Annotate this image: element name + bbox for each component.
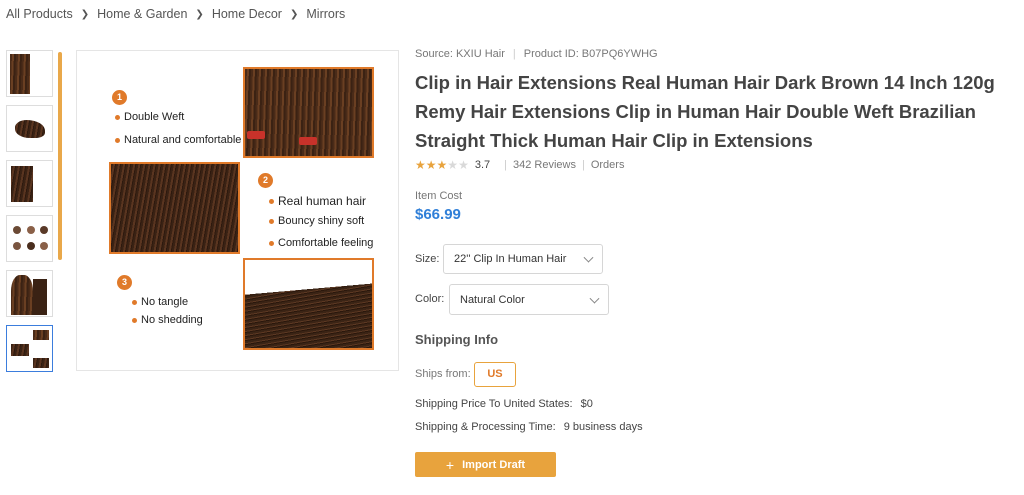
rating-stars: ★ ★ ★ ★ ★ [415,159,469,171]
thumbnail-2[interactable] [6,105,53,152]
breadcrumb: All Products ❯ Home & Garden ❯ Home Deco… [6,7,345,21]
thumbnail-list [6,50,56,380]
breadcrumb-home-decor[interactable]: Home Decor [212,7,282,21]
thumbnail-3[interactable] [6,160,53,207]
size-select[interactable]: 22'' Clip In Human Hair [443,244,603,274]
import-draft-button[interactable]: + Import Draft [415,452,556,477]
star-icon: ★ [447,158,459,172]
thumbnail-4[interactable] [6,215,53,262]
size-label: Size: [415,253,440,265]
feature-double-weft: Double Weft [115,111,184,123]
star-icon: ★ [458,158,469,172]
hair-texture-photo [109,162,240,254]
chevron-down-icon [589,293,600,304]
chevron-right-icon: ❯ [80,8,90,20]
star-icon: ★ [436,158,448,172]
thumbnail-1[interactable] [6,50,53,97]
step-badge-2: 2 [258,173,273,188]
feature-real-human-hair: Real human hair [269,194,366,208]
main-product-image: 1 Double Weft Natural and comfortable 2 … [76,50,399,371]
item-cost-label: Item Cost [415,190,463,202]
ships-from-option[interactable]: US [474,362,516,387]
product-id: Product ID: B07PQ6YWHG [523,48,658,60]
rating-value: 3.7 [474,159,491,171]
shipping-heading: Shipping Info [415,332,499,347]
thumbnail-scrollbar[interactable] [58,52,62,260]
breadcrumb-mirrors[interactable]: Mirrors [306,7,345,21]
color-select[interactable]: Natural Color [449,284,609,315]
feature-no-tangle: No tangle [132,296,188,308]
shipping-time-value: 9 business days [563,421,643,433]
feature-bouncy-shiny: Bouncy shiny soft [269,215,364,227]
import-draft-label: Import Draft [462,458,526,471]
feature-natural-comfortable: Natural and comfortable [115,134,241,146]
shipping-time-label: Shipping & Processing Time: [415,421,556,433]
plus-icon: + [445,456,455,473]
thumbnail-5[interactable] [6,270,53,317]
breadcrumb-home-garden[interactable]: Home & Garden [97,7,187,21]
product-source: Source: KXIU Hair [415,48,505,60]
breadcrumb-all-products[interactable]: All Products [6,7,73,21]
color-label: Color: [415,293,445,305]
chevron-right-icon: ❯ [195,8,204,20]
hair-ends-photo [243,258,374,350]
star-icon: ★ [415,158,426,172]
feature-comfortable-feeling: Comfortable feeling [269,237,373,249]
feature-no-shedding: No shedding [132,314,203,326]
chevron-right-icon: ❯ [289,8,299,20]
step-badge-1: 1 [112,90,127,105]
reviews-count[interactable]: 342 Reviews [513,159,576,171]
ships-from-label: Ships from: [415,368,471,380]
rating-line: ★ ★ ★ ★ ★ 3.7 | 342 Reviews | Orders [415,158,625,172]
chevron-down-icon [583,252,594,263]
source-line: Source: KXIU Hair | Product ID: B07PQ6YW… [415,48,658,60]
color-select-value: Natural Color [460,293,525,306]
hair-weft-photo [243,67,374,158]
product-info: Source: KXIU Hair | Product ID: B07PQ6YW… [415,48,1015,171]
shipping-price-value: $0 [580,398,593,410]
star-icon: ★ [425,158,437,172]
product-title: Clip in Hair Extensions Real Human Hair … [415,72,995,151]
shipping-time-line: Shipping & Processing Time: 9 business d… [415,421,643,433]
thumbnail-6[interactable] [6,325,53,372]
price: $66.99 [415,206,461,223]
step-badge-3: 3 [117,275,132,290]
shipping-price-label: Shipping Price To United States: [415,398,573,410]
shipping-price-line: Shipping Price To United States: $0 [415,398,593,410]
orders-label: Orders [590,159,625,171]
size-select-value: 22'' Clip In Human Hair [454,253,567,265]
